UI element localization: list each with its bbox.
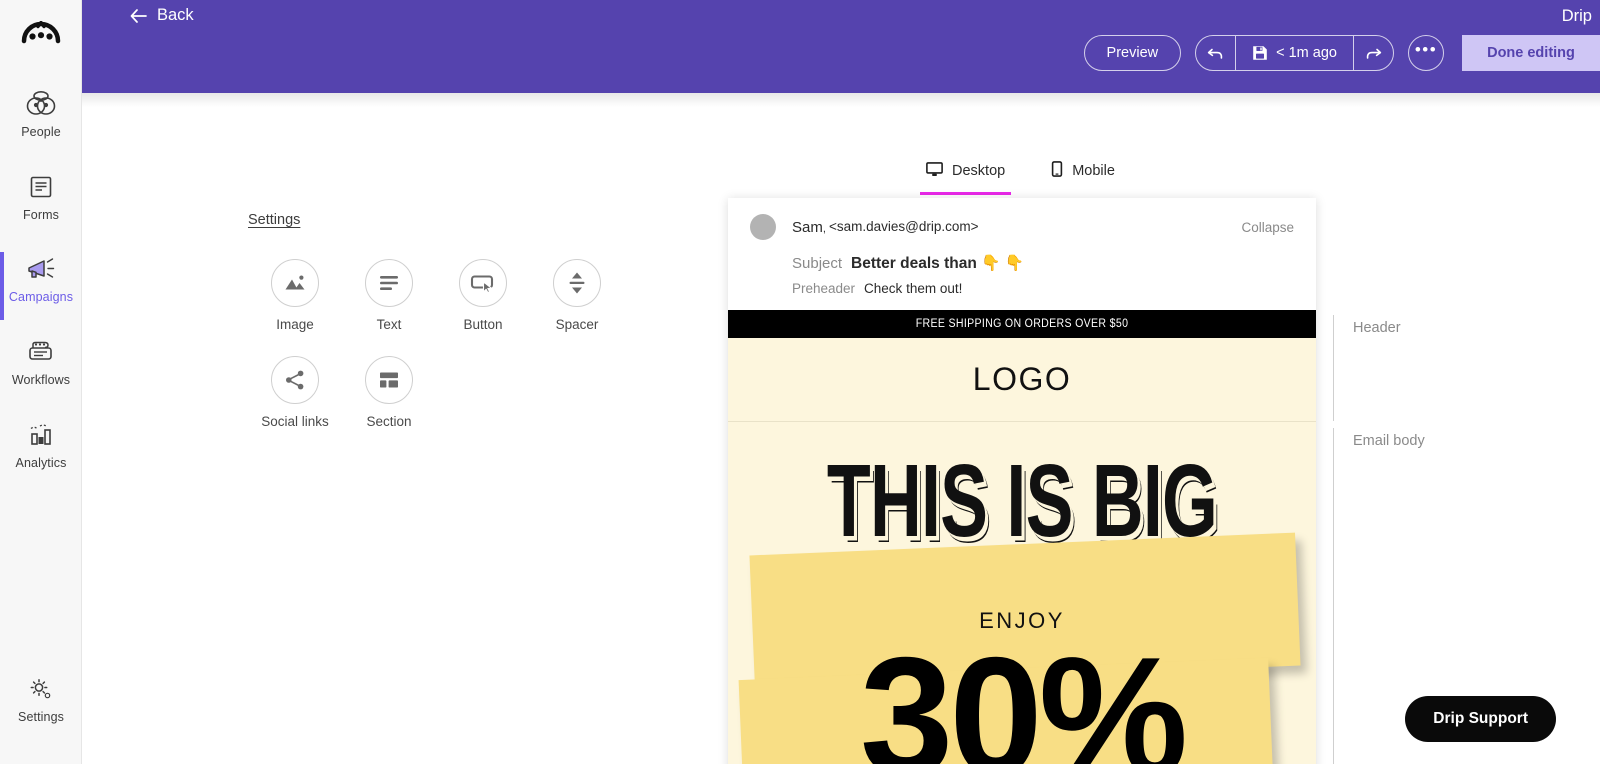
blocks-panel: Settings Image Text Button Spacer Social… xyxy=(248,211,648,429)
monitor-icon xyxy=(926,161,943,181)
sidebar-item-label: Forms xyxy=(23,208,59,222)
tab-label: Mobile xyxy=(1072,163,1115,179)
app-title: Drip xyxy=(1561,7,1592,25)
email-from-row: Sam, <sam.davies@drip.com> Collapse xyxy=(750,214,1294,240)
sidebar-active-indicator xyxy=(0,252,4,320)
text-lines-icon xyxy=(365,259,413,307)
block-label: Section xyxy=(366,414,412,429)
sidebar-item-forms[interactable]: Forms xyxy=(0,170,82,222)
button-cursor-icon xyxy=(459,259,507,307)
header-section-rule xyxy=(1333,315,1334,421)
forms-icon xyxy=(24,170,58,204)
save-undo-redo-group: < 1m ago xyxy=(1195,35,1394,71)
people-icon xyxy=(24,87,58,121)
settings-link[interactable]: Settings xyxy=(248,212,300,228)
promo-bar[interactable]: FREE SHIPPING ON ORDERS OVER $50 xyxy=(728,310,1316,338)
from-address: <sam.davies@drip.com> xyxy=(828,218,979,234)
sidebar-item-workflows[interactable]: Workflows xyxy=(0,335,82,387)
email-body-section-label: Email body xyxy=(1353,433,1425,449)
back-label: Back xyxy=(157,6,194,24)
device-preview-tabs: Desktop Mobile xyxy=(920,161,1121,195)
email-hero-block[interactable]: THIS IS BIG ENJOY 30% xyxy=(728,422,1316,764)
block-label: Social links xyxy=(261,414,329,429)
sidebar-item-people[interactable]: People xyxy=(0,87,82,139)
layout-icon xyxy=(365,356,413,404)
preheader-value: Check them out! xyxy=(864,281,963,296)
sidebar-item-label: Analytics xyxy=(15,456,67,470)
preview-button[interactable]: Preview xyxy=(1083,35,1182,71)
email-from: Sam, <sam.davies@drip.com> xyxy=(792,218,979,236)
avatar xyxy=(750,214,776,240)
block-label: Text xyxy=(376,317,402,332)
block-label: Image xyxy=(276,317,314,332)
drip-support-button[interactable]: Drip Support xyxy=(1405,696,1556,742)
drip-logo[interactable] xyxy=(0,8,82,68)
top-bar-actions: Preview < 1m ago ••• Done editing xyxy=(1083,35,1600,71)
block-social-links[interactable]: Social links xyxy=(248,356,342,429)
email-logo-band[interactable]: LOGO xyxy=(728,338,1316,422)
arrow-left-icon xyxy=(130,8,147,23)
email-body-section-rule xyxy=(1333,428,1334,764)
email-meta-header: Sam, <sam.davies@drip.com> Collapse Subj… xyxy=(728,198,1316,310)
floppy-disk-icon xyxy=(1253,46,1267,60)
redo-button[interactable] xyxy=(1353,36,1393,70)
hero-percent-text: 30% xyxy=(859,622,1188,764)
from-name: Sam xyxy=(792,218,823,236)
editor-canvas: Settings Image Text Button Spacer Social… xyxy=(82,93,1600,764)
sidebar-item-label: Settings xyxy=(18,710,64,724)
image-icon xyxy=(271,259,319,307)
editor-top-bar: Back Drip Preview < 1m ago ••• Done edit… xyxy=(82,0,1600,93)
megaphone-icon xyxy=(24,252,58,286)
block-section[interactable]: Section xyxy=(342,356,436,429)
sidebar-item-label: Workflows xyxy=(11,373,71,387)
block-spacer[interactable]: Spacer xyxy=(530,259,624,332)
logo-text: LOGO xyxy=(972,361,1072,397)
email-subject-row[interactable]: Subject Better deals than 👇 👇 xyxy=(792,254,1294,273)
tab-label: Desktop xyxy=(952,163,1006,179)
email-preheader-row[interactable]: Preheader Check them out! xyxy=(792,281,1294,296)
save-status[interactable]: < 1m ago xyxy=(1236,36,1353,70)
redo-arrow-icon xyxy=(1366,48,1382,59)
tab-desktop[interactable]: Desktop xyxy=(920,161,1012,195)
header-section-label: Header xyxy=(1353,320,1401,336)
workflows-icon xyxy=(24,335,58,369)
undo-button[interactable] xyxy=(1196,36,1237,70)
block-grid: Image Text Button Spacer Social links Se… xyxy=(248,259,648,429)
sidebar-item-label: Campaigns xyxy=(8,290,74,304)
save-status-label: < 1m ago xyxy=(1276,45,1337,61)
block-text[interactable]: Text xyxy=(342,259,436,332)
collapse-link[interactable]: Collapse xyxy=(1241,220,1294,235)
more-options-button[interactable]: ••• xyxy=(1408,35,1444,71)
block-label: Spacer xyxy=(555,317,599,332)
undo-arrow-icon xyxy=(1207,48,1223,59)
done-editing-button[interactable]: Done editing xyxy=(1462,35,1600,71)
subject-label: Subject xyxy=(792,255,843,272)
sidebar-item-analytics[interactable]: Analytics xyxy=(0,418,82,470)
block-label: Button xyxy=(463,317,503,332)
block-button[interactable]: Button xyxy=(436,259,530,332)
back-button[interactable]: Back xyxy=(130,6,194,25)
sidebar-item-label: People xyxy=(21,125,61,139)
bar-chart-icon xyxy=(24,418,58,452)
tab-mobile[interactable]: Mobile xyxy=(1045,161,1121,195)
primary-sidebar: People Forms Campaigns Workflows Analyti… xyxy=(0,0,82,764)
phone-icon xyxy=(1051,161,1063,181)
sidebar-item-campaigns[interactable]: Campaigns xyxy=(0,252,82,320)
email-preview-card: Sam, <sam.davies@drip.com> Collapse Subj… xyxy=(728,198,1316,764)
vertical-arrows-icon xyxy=(553,259,601,307)
gear-icon xyxy=(24,672,58,706)
sidebar-item-settings[interactable]: Settings xyxy=(0,672,82,724)
subject-value: Better deals than 👇 👇 xyxy=(851,255,1025,272)
preheader-label: Preheader xyxy=(792,281,856,296)
share-icon xyxy=(271,356,319,404)
promo-bar-text: FREE SHIPPING ON ORDERS OVER $50 xyxy=(751,310,1293,338)
block-image[interactable]: Image xyxy=(248,259,342,332)
drip-logo-icon xyxy=(21,21,61,44)
